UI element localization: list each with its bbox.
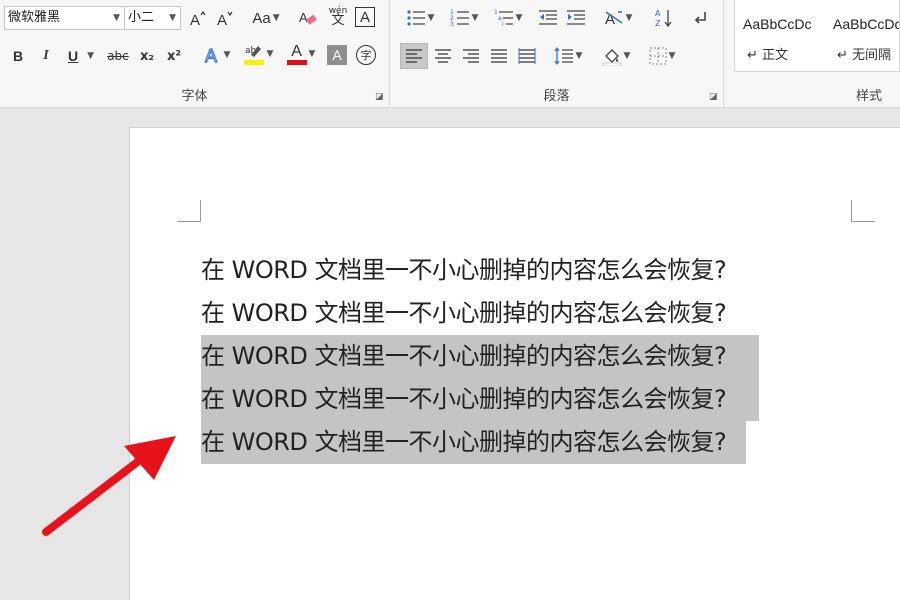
arrow-shaft: [42, 456, 144, 536]
red-arrow-annotation: [42, 436, 176, 536]
arrow-head: [124, 436, 176, 480]
